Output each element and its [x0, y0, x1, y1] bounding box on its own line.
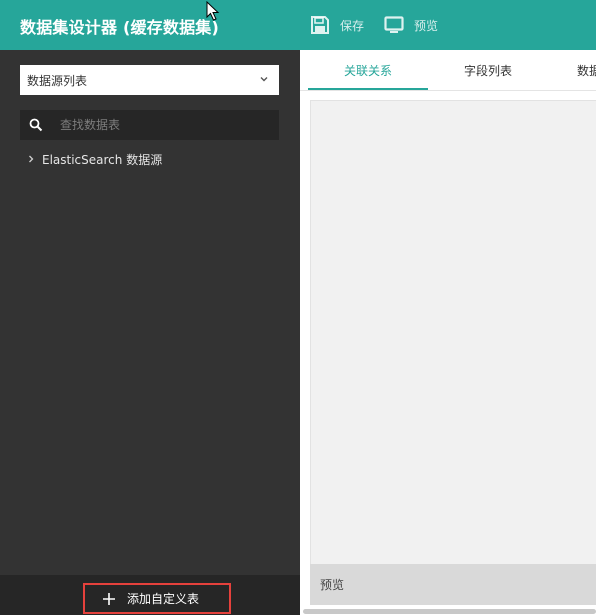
app-title: 数据集设计器 (缓存数据集) — [20, 18, 219, 37]
tab-field-list[interactable]: 字段列表 — [428, 50, 548, 90]
save-button[interactable]: 保存 — [310, 14, 364, 36]
scrollbar-thumb[interactable] — [303, 609, 596, 614]
save-label: 保存 — [340, 18, 365, 33]
search-icon — [29, 118, 43, 132]
tree-item-label: ElasticSearch 数据源 — [42, 152, 163, 167]
chevron-right-icon — [29, 155, 34, 163]
main-panel: 关联关系 字段列表 数据 预览 — [300, 50, 596, 615]
datasource-select[interactable]: 数据源列表 — [20, 65, 279, 95]
tab-data[interactable]: 数据 — [548, 50, 596, 90]
add-custom-table-button[interactable]: 添加自定义表 — [83, 583, 231, 614]
dataset-designer-window: 数据集设计器 (缓存数据集) 保存 预览 数据源列表 查找数据表 Elastic… — [0, 0, 596, 615]
mouse-cursor-icon — [206, 1, 220, 21]
datasource-select-value: 数据源列表 — [27, 73, 88, 88]
tab-relations[interactable]: 关联关系 — [308, 50, 428, 90]
plus-icon — [103, 592, 115, 605]
preview-button[interactable]: 预览 — [384, 14, 438, 36]
save-icon — [311, 16, 329, 34]
preview-panel-label: 预览 — [320, 578, 345, 592]
preview-panel-header[interactable]: 预览 — [310, 564, 596, 605]
sidebar: 数据源列表 ElasticSearch 数据源 添加自定义表 — [0, 50, 300, 615]
relation-canvas[interactable] — [310, 100, 596, 592]
add-custom-table-label: 添加自定义表 — [127, 592, 200, 606]
tab-bar: 关联关系 字段列表 数据 — [300, 50, 596, 91]
app-header: 数据集设计器 (缓存数据集) 保存 预览 — [0, 0, 596, 50]
tree-item-elasticsearch[interactable]: ElasticSearch 数据源 — [28, 150, 162, 168]
table-search-input[interactable] — [60, 110, 270, 140]
active-tab-indicator — [308, 88, 428, 90]
horizontal-scrollbar[interactable] — [300, 608, 596, 615]
chevron-down-icon — [260, 77, 268, 82]
monitor-icon — [384, 16, 404, 33]
preview-label: 预览 — [414, 18, 439, 33]
sidebar-footer: 添加自定义表 — [0, 575, 300, 615]
table-search-box — [20, 110, 279, 140]
